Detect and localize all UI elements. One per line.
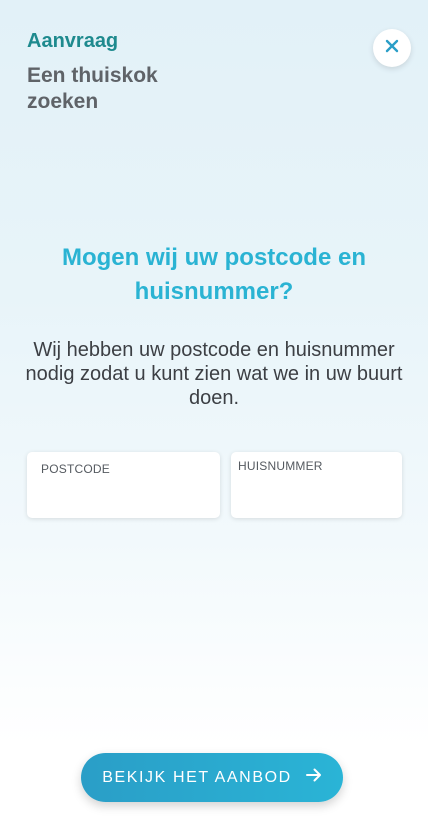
headline: Mogen wij uw postcode en huisnummer?	[61, 244, 366, 305]
huisnummer-field[interactable]: HUISNUMMER	[231, 452, 402, 518]
close-button[interactable]	[373, 29, 411, 67]
arrow-right-icon	[305, 768, 322, 787]
description-text: Wij hebben uw postcode en huisnummer nod…	[25, 339, 403, 409]
huisnummer-input[interactable]	[239, 486, 394, 510]
view-offer-button[interactable]: BEKIJK HET AANBOD	[81, 753, 343, 802]
postcode-input[interactable]	[35, 486, 212, 510]
huisnummer-label: HUISNUMMER	[238, 459, 323, 473]
header-kicker: Aanvraag	[27, 30, 119, 52]
postcode-field[interactable]: POSTCODE	[27, 452, 220, 518]
postcode-label: POSTCODE	[41, 462, 110, 476]
close-icon	[385, 39, 399, 58]
page-title: Een thuiskok zoeken	[27, 64, 158, 113]
view-offer-label: BEKIJK HET AANBOD	[102, 768, 292, 786]
